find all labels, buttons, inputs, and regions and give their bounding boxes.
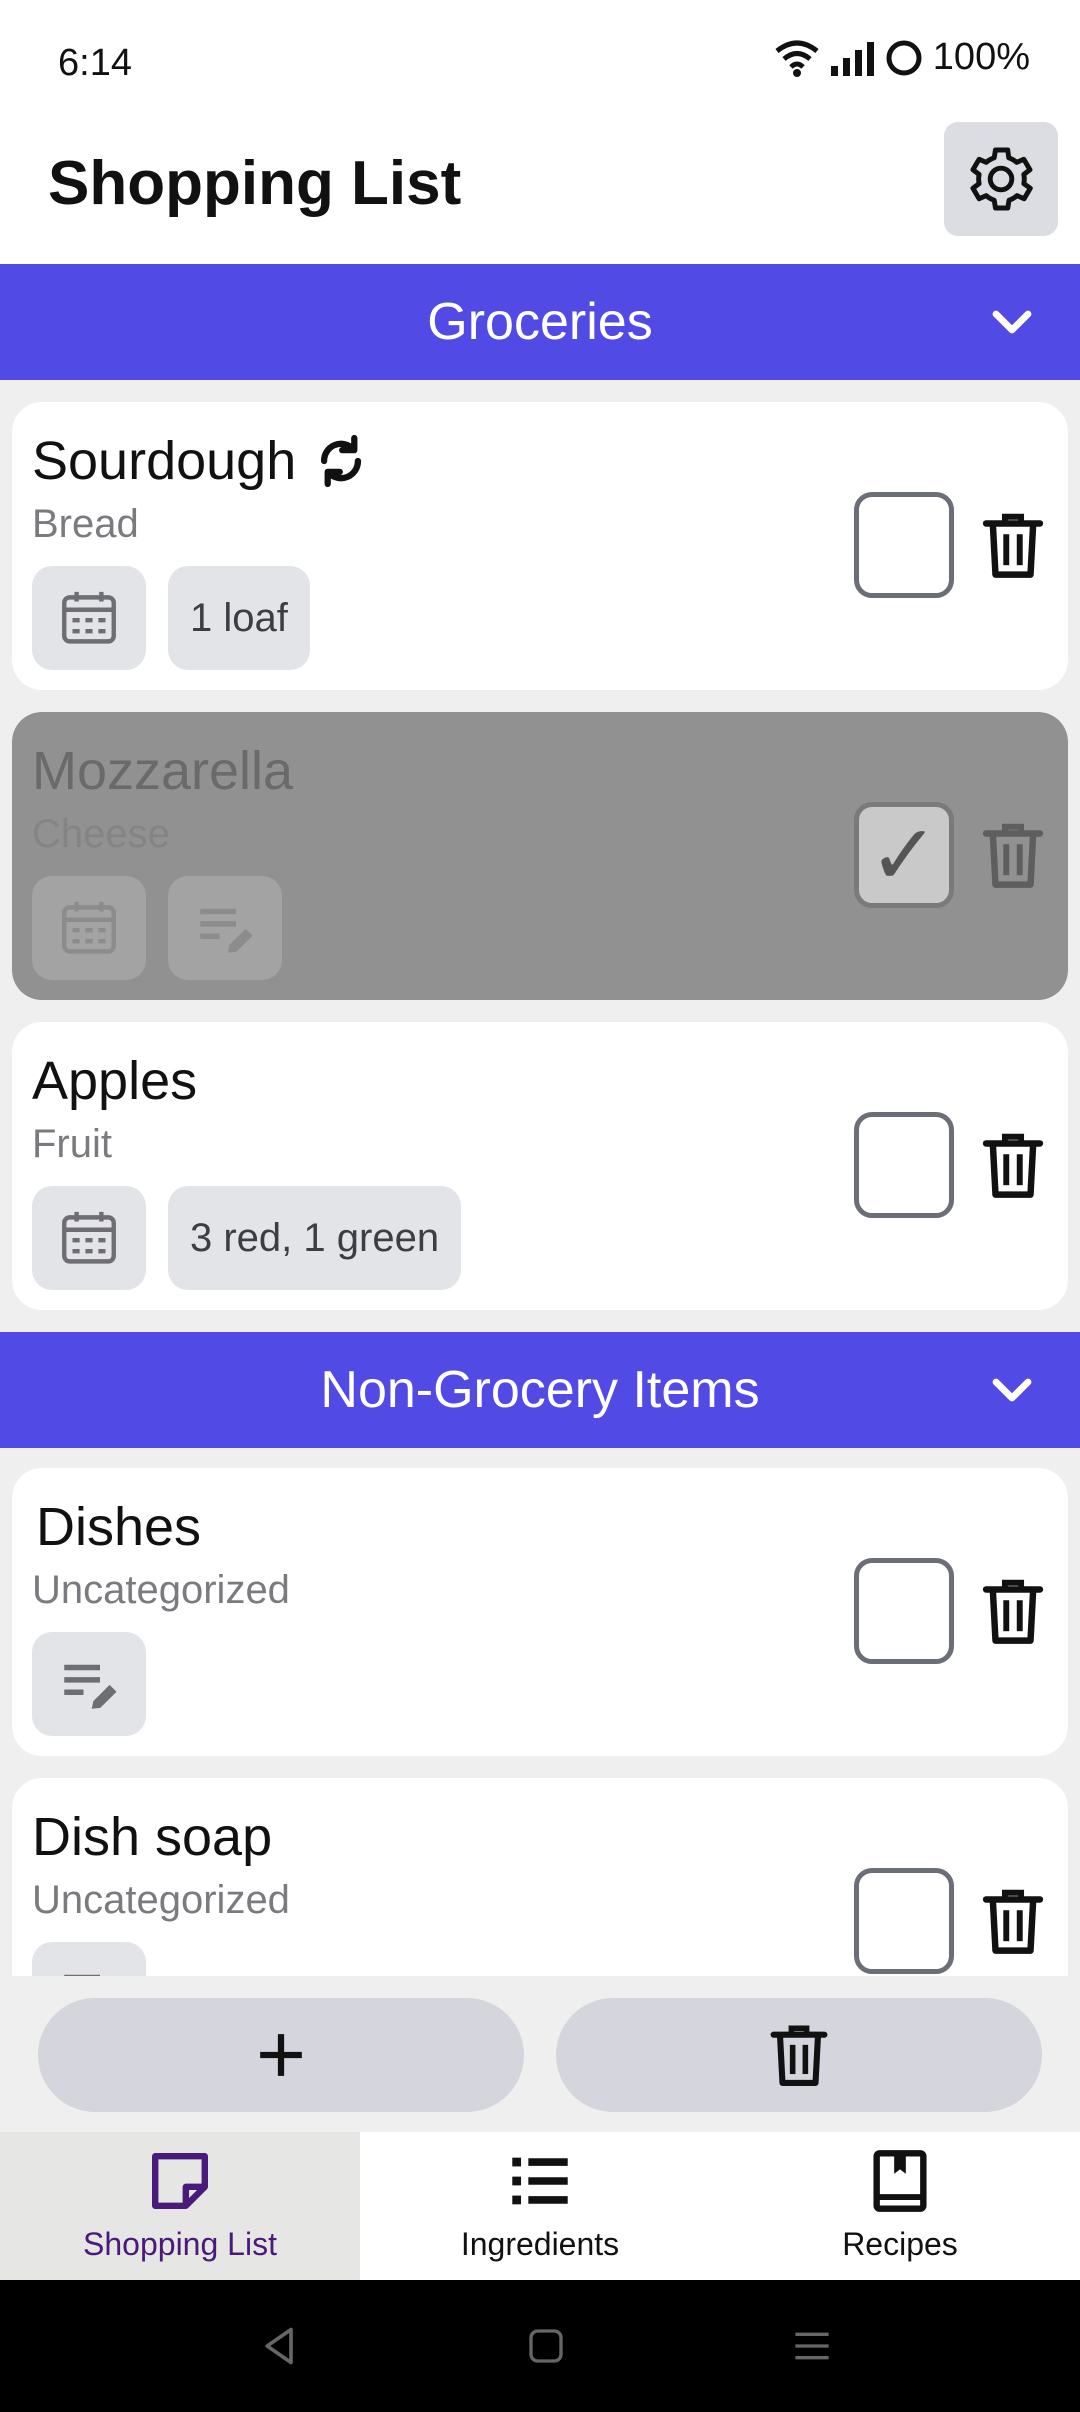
date-chip[interactable] xyxy=(32,1186,146,1290)
list-icon xyxy=(512,2157,568,2205)
note-chip[interactable] xyxy=(32,1942,146,1976)
battery-level: 100% xyxy=(932,36,1030,78)
gear-icon xyxy=(970,147,1033,211)
item-category: Uncategorized xyxy=(32,1568,290,1612)
item-category: Cheese xyxy=(32,812,170,856)
list-item[interactable]: Apples Fruit 3 red, 1 green xyxy=(12,1022,1068,1310)
home-icon[interactable] xyxy=(526,2324,566,2368)
note-chip[interactable]: 1 loaf xyxy=(168,566,310,670)
calendar-icon xyxy=(62,591,116,644)
app-header: Shopping List xyxy=(0,120,1080,264)
item-name: Sourdough xyxy=(32,431,297,491)
section-header-groceries[interactable]: Groceries xyxy=(0,264,1080,380)
trash-icon[interactable] xyxy=(980,1886,1046,1956)
item-category: Bread xyxy=(32,502,139,546)
chevron-down-icon[interactable] xyxy=(988,298,1036,346)
add-item-button[interactable] xyxy=(38,1998,524,2112)
bottom-nav: Shopping List Ingredients Recipes xyxy=(0,2132,1080,2280)
wifi-icon xyxy=(775,40,819,77)
item-name: Mozzarella xyxy=(32,741,294,801)
trash-icon[interactable] xyxy=(980,820,1046,890)
item-checkbox[interactable] xyxy=(854,1558,954,1664)
item-checkbox[interactable] xyxy=(854,492,954,598)
trash-icon[interactable] xyxy=(980,1130,1046,1200)
page-title: Shopping List xyxy=(48,149,462,218)
section-header-non-grocery[interactable]: Non-Grocery Items xyxy=(0,1332,1080,1448)
chevron-down-icon[interactable] xyxy=(988,1366,1036,1414)
section-title: Non-Grocery Items xyxy=(320,1361,760,1419)
clear-checked-button[interactable] xyxy=(556,1998,1042,2112)
nav-label: Ingredients xyxy=(460,2226,620,2262)
trash-icon[interactable] xyxy=(980,510,1046,580)
note-icon xyxy=(152,2153,208,2209)
list-item-checked[interactable]: Mozzarella Cheese ✓ xyxy=(12,712,1068,1000)
date-chip[interactable] xyxy=(32,876,146,980)
list-item[interactable]: Dish soap Uncategorized xyxy=(12,1778,1068,1976)
note-chip[interactable]: 3 red, 1 green xyxy=(168,1186,462,1290)
edit-note-icon xyxy=(64,1664,117,1709)
calendar-icon xyxy=(62,901,116,954)
nav-label: Shopping List xyxy=(83,2226,277,2262)
book-icon xyxy=(873,2150,927,2212)
nav-item-ingredients[interactable]: Ingredients xyxy=(360,2132,720,2280)
item-category: Uncategorized xyxy=(32,1878,290,1922)
status-icons: 100% xyxy=(775,36,1030,79)
note-chip[interactable] xyxy=(168,876,282,980)
item-note: 1 loaf xyxy=(190,595,288,640)
list-item[interactable]: Dishes Uncategorized xyxy=(12,1468,1068,1756)
item-name: Dish soap xyxy=(32,1807,273,1867)
item-note: 3 red, 1 green xyxy=(190,1215,440,1260)
repeat-icon xyxy=(320,434,362,488)
item-checkbox[interactable] xyxy=(854,1868,954,1974)
settings-button[interactable] xyxy=(944,122,1058,236)
edit-note-icon xyxy=(64,1974,100,1976)
edit-note-icon xyxy=(200,908,253,953)
date-chip[interactable] xyxy=(32,566,146,670)
action-bar xyxy=(0,1976,1080,2132)
signal-icon xyxy=(830,41,874,76)
status-bar: 6:14 100% xyxy=(0,0,1080,120)
shopping-list-content[interactable]: Groceries Sourdough Bread 1 loaf Mozzare… xyxy=(0,264,1080,1976)
trash-icon[interactable] xyxy=(980,1576,1046,1646)
list-item[interactable]: Sourdough Bread 1 loaf xyxy=(12,402,1068,690)
system-nav-bar xyxy=(0,2280,1080,2412)
nav-item-recipes[interactable]: Recipes xyxy=(720,2132,1080,2280)
back-icon[interactable] xyxy=(258,2324,302,2368)
battery-ring-icon xyxy=(886,40,922,75)
trash-icon xyxy=(770,2025,828,2086)
status-time: 6:14 xyxy=(58,42,132,84)
recents-icon[interactable] xyxy=(792,2324,832,2368)
item-checkbox[interactable]: ✓ xyxy=(854,802,954,908)
plus-icon xyxy=(260,2034,302,2076)
item-name: Dishes xyxy=(36,1497,202,1557)
nav-item-shopping-list[interactable]: Shopping List xyxy=(0,2132,360,2280)
nav-label: Recipes xyxy=(842,2226,958,2262)
item-checkbox[interactable] xyxy=(854,1112,954,1218)
section-title: Groceries xyxy=(427,293,653,351)
item-name: Apples xyxy=(32,1051,198,1111)
calendar-icon xyxy=(62,1211,116,1264)
note-chip[interactable] xyxy=(32,1632,146,1736)
item-category: Fruit xyxy=(32,1122,112,1166)
